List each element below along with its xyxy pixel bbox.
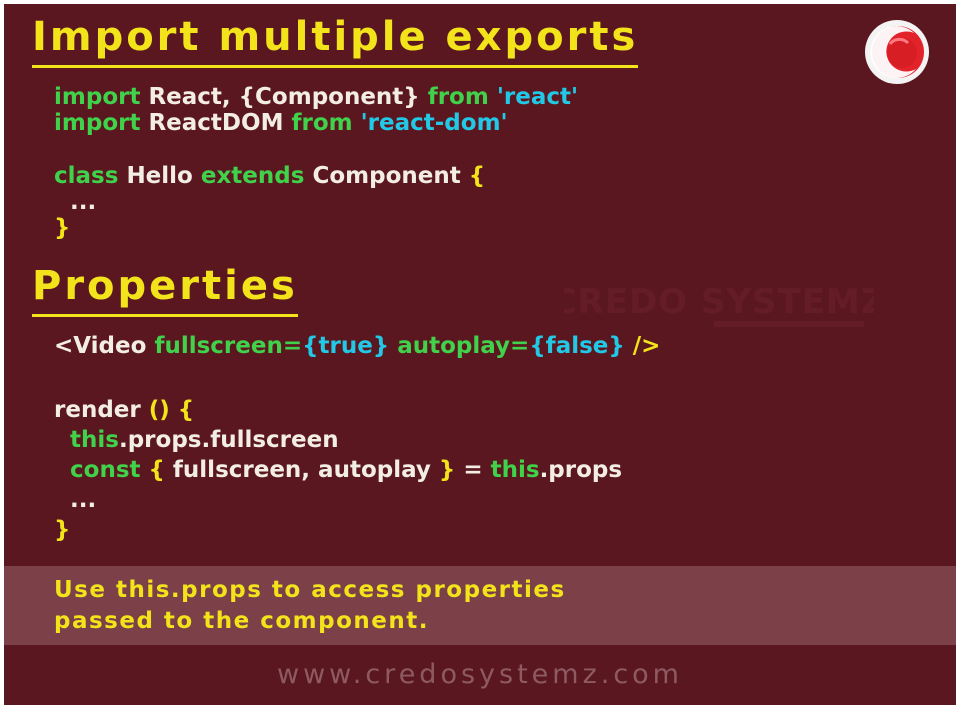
code-token: {true}	[302, 333, 390, 359]
code-token: import	[54, 110, 141, 136]
code-token: =	[510, 333, 530, 359]
code-token: <Video	[54, 333, 147, 359]
code-token: .props.fullscreen	[118, 427, 339, 453]
code-token: {	[148, 457, 165, 483]
code-token: />	[632, 333, 661, 359]
code-token: .props	[539, 457, 623, 483]
import-code-block: import React, {Component} from 'react' i…	[54, 84, 578, 136]
code-ellipsis: ...	[70, 487, 97, 513]
code-token: this	[490, 457, 540, 483]
heading-properties: Properties	[32, 266, 298, 317]
code-token: const	[70, 457, 141, 483]
code-token: =	[463, 457, 483, 483]
code-token: {	[177, 397, 195, 423]
code-token: this	[70, 427, 119, 453]
footer-url: www.credosystemz.com	[276, 659, 683, 690]
code-token: class	[54, 163, 119, 189]
code-token: }	[438, 457, 456, 483]
code-token: Hello	[126, 163, 193, 189]
slide: Import multiple exports import React, {C…	[4, 4, 956, 705]
code-token: from	[427, 84, 489, 110]
code-token: Component	[312, 163, 461, 189]
code-token: ()	[148, 397, 170, 423]
code-token: }	[54, 517, 71, 543]
code-token: extends	[200, 163, 305, 189]
heading-import-multiple-exports: Import multiple exports	[32, 17, 639, 68]
code-token: }	[54, 215, 71, 241]
code-token: fullscreen, autoplay	[172, 457, 431, 483]
code-token: ReactDOM	[148, 110, 284, 136]
code-token: from	[291, 110, 353, 136]
credo-logo-icon	[865, 20, 929, 84]
credo-systemz-watermark: CREDO SYSTEMZ	[564, 282, 874, 327]
code-token: import	[54, 84, 141, 110]
class-code-block: class Hello extends Component { ... }	[54, 163, 485, 241]
code-token: 'react-dom'	[360, 110, 508, 136]
svg-text:CREDO SYSTEMZ: CREDO SYSTEMZ	[564, 282, 874, 322]
note-text: Use this.props to access properties pass…	[54, 577, 566, 634]
jsx-code-line: <Video fullscreen={true} autoplay={false…	[54, 333, 660, 359]
code-token: autoplay	[397, 333, 511, 359]
code-token: 'react'	[496, 84, 579, 110]
code-token: {false}	[529, 333, 625, 359]
code-token: render	[54, 397, 141, 423]
code-ellipsis: ...	[70, 189, 97, 215]
render-code-block: render () { this.props.fullscreen const …	[54, 395, 622, 545]
code-token: React, {Component}	[148, 84, 420, 110]
code-token: =	[282, 333, 303, 359]
code-token: {	[468, 163, 486, 189]
code-token: fullscreen	[154, 333, 283, 359]
